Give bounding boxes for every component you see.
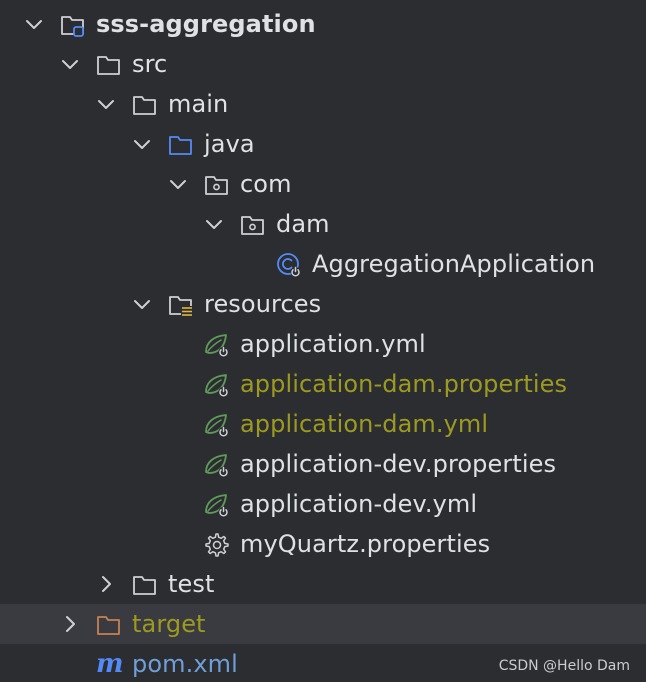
folder-icon — [97, 56, 120, 75]
project-tree: sss-aggregation src main java com dam Ag… — [0, 0, 646, 682]
target-label: target — [132, 610, 206, 638]
aggregation-application-label: AggregationApplication — [312, 250, 596, 278]
application-dev-yml-label: application-dev.yml — [240, 490, 478, 518]
com-label: com — [240, 170, 292, 198]
tree-row-src[interactable]: src — [0, 44, 646, 84]
tree-row-dam[interactable]: dam — [0, 204, 646, 244]
tree-row-com[interactable]: com — [0, 164, 646, 204]
tree-row-application-dev-properties[interactable]: application-dev.properties — [0, 444, 646, 484]
spring-boot-class-icon — [277, 253, 301, 277]
chevron-down-icon[interactable] — [132, 294, 152, 314]
spring-config-icon — [205, 494, 229, 518]
myquartz-properties-label: myQuartz.properties — [240, 530, 491, 558]
src-label: src — [132, 50, 168, 78]
main-label: main — [168, 90, 229, 118]
chevron-down-icon[interactable] — [168, 174, 188, 194]
chevron-down-icon[interactable] — [60, 54, 80, 74]
tree-row-application-dam-yml[interactable]: application-dam.yml — [0, 404, 646, 444]
application-dev-properties-label: application-dev.properties — [240, 450, 557, 478]
gear-icon — [205, 533, 229, 557]
spring-config-icon — [205, 334, 229, 358]
chevron-down-icon[interactable] — [96, 94, 116, 114]
excluded-folder-icon — [97, 616, 120, 635]
resources-label: resources — [204, 290, 322, 318]
spring-config-icon — [205, 414, 229, 438]
tree-row-test[interactable]: test — [0, 564, 646, 604]
folder-icon — [133, 96, 156, 115]
tree-row-target[interactable]: target — [0, 604, 646, 644]
chevron-down-icon[interactable] — [204, 214, 224, 234]
package-icon — [205, 176, 228, 195]
spring-config-icon — [205, 374, 229, 398]
tree-row-main[interactable]: main — [0, 84, 646, 124]
folder-icon — [133, 576, 156, 595]
tree-row-java[interactable]: java — [0, 124, 646, 164]
chevron-right-icon[interactable] — [60, 614, 80, 634]
spring-config-icon — [205, 454, 229, 478]
source-folder-icon — [169, 136, 192, 155]
test-label: test — [168, 570, 215, 598]
package-icon — [241, 216, 264, 235]
application-dam-yml-label: application-dam.yml — [240, 410, 489, 438]
resources-folder-icon — [169, 296, 193, 317]
chevron-down-icon[interactable] — [24, 14, 44, 34]
tree-row-myquartz-properties[interactable]: myQuartz.properties — [0, 524, 646, 564]
dam-label: dam — [276, 210, 330, 238]
root-label: sss-aggregation — [96, 10, 316, 38]
tree-row-root[interactable]: sss-aggregation — [0, 4, 646, 44]
maven-icon: m — [96, 649, 124, 679]
java-label: java — [204, 130, 255, 158]
tree-row-application-dev-yml[interactable]: application-dev.yml — [0, 484, 646, 524]
application-yml-label: application.yml — [240, 330, 426, 358]
watermark: CSDN @Hello Dam — [498, 658, 630, 674]
tree-row-application-yml[interactable]: application.yml — [0, 324, 646, 364]
module-folder-icon — [61, 16, 84, 37]
chevron-down-icon[interactable] — [132, 134, 152, 154]
tree-row-aggregation-application[interactable]: AggregationApplication — [0, 244, 646, 284]
chevron-right-icon[interactable] — [96, 574, 116, 594]
application-dam-properties-label: application-dam.properties — [240, 370, 568, 398]
tree-row-application-dam-properties[interactable]: application-dam.properties — [0, 364, 646, 404]
tree-row-resources[interactable]: resources — [0, 284, 646, 324]
pom-xml-label: pom.xml — [132, 650, 238, 678]
